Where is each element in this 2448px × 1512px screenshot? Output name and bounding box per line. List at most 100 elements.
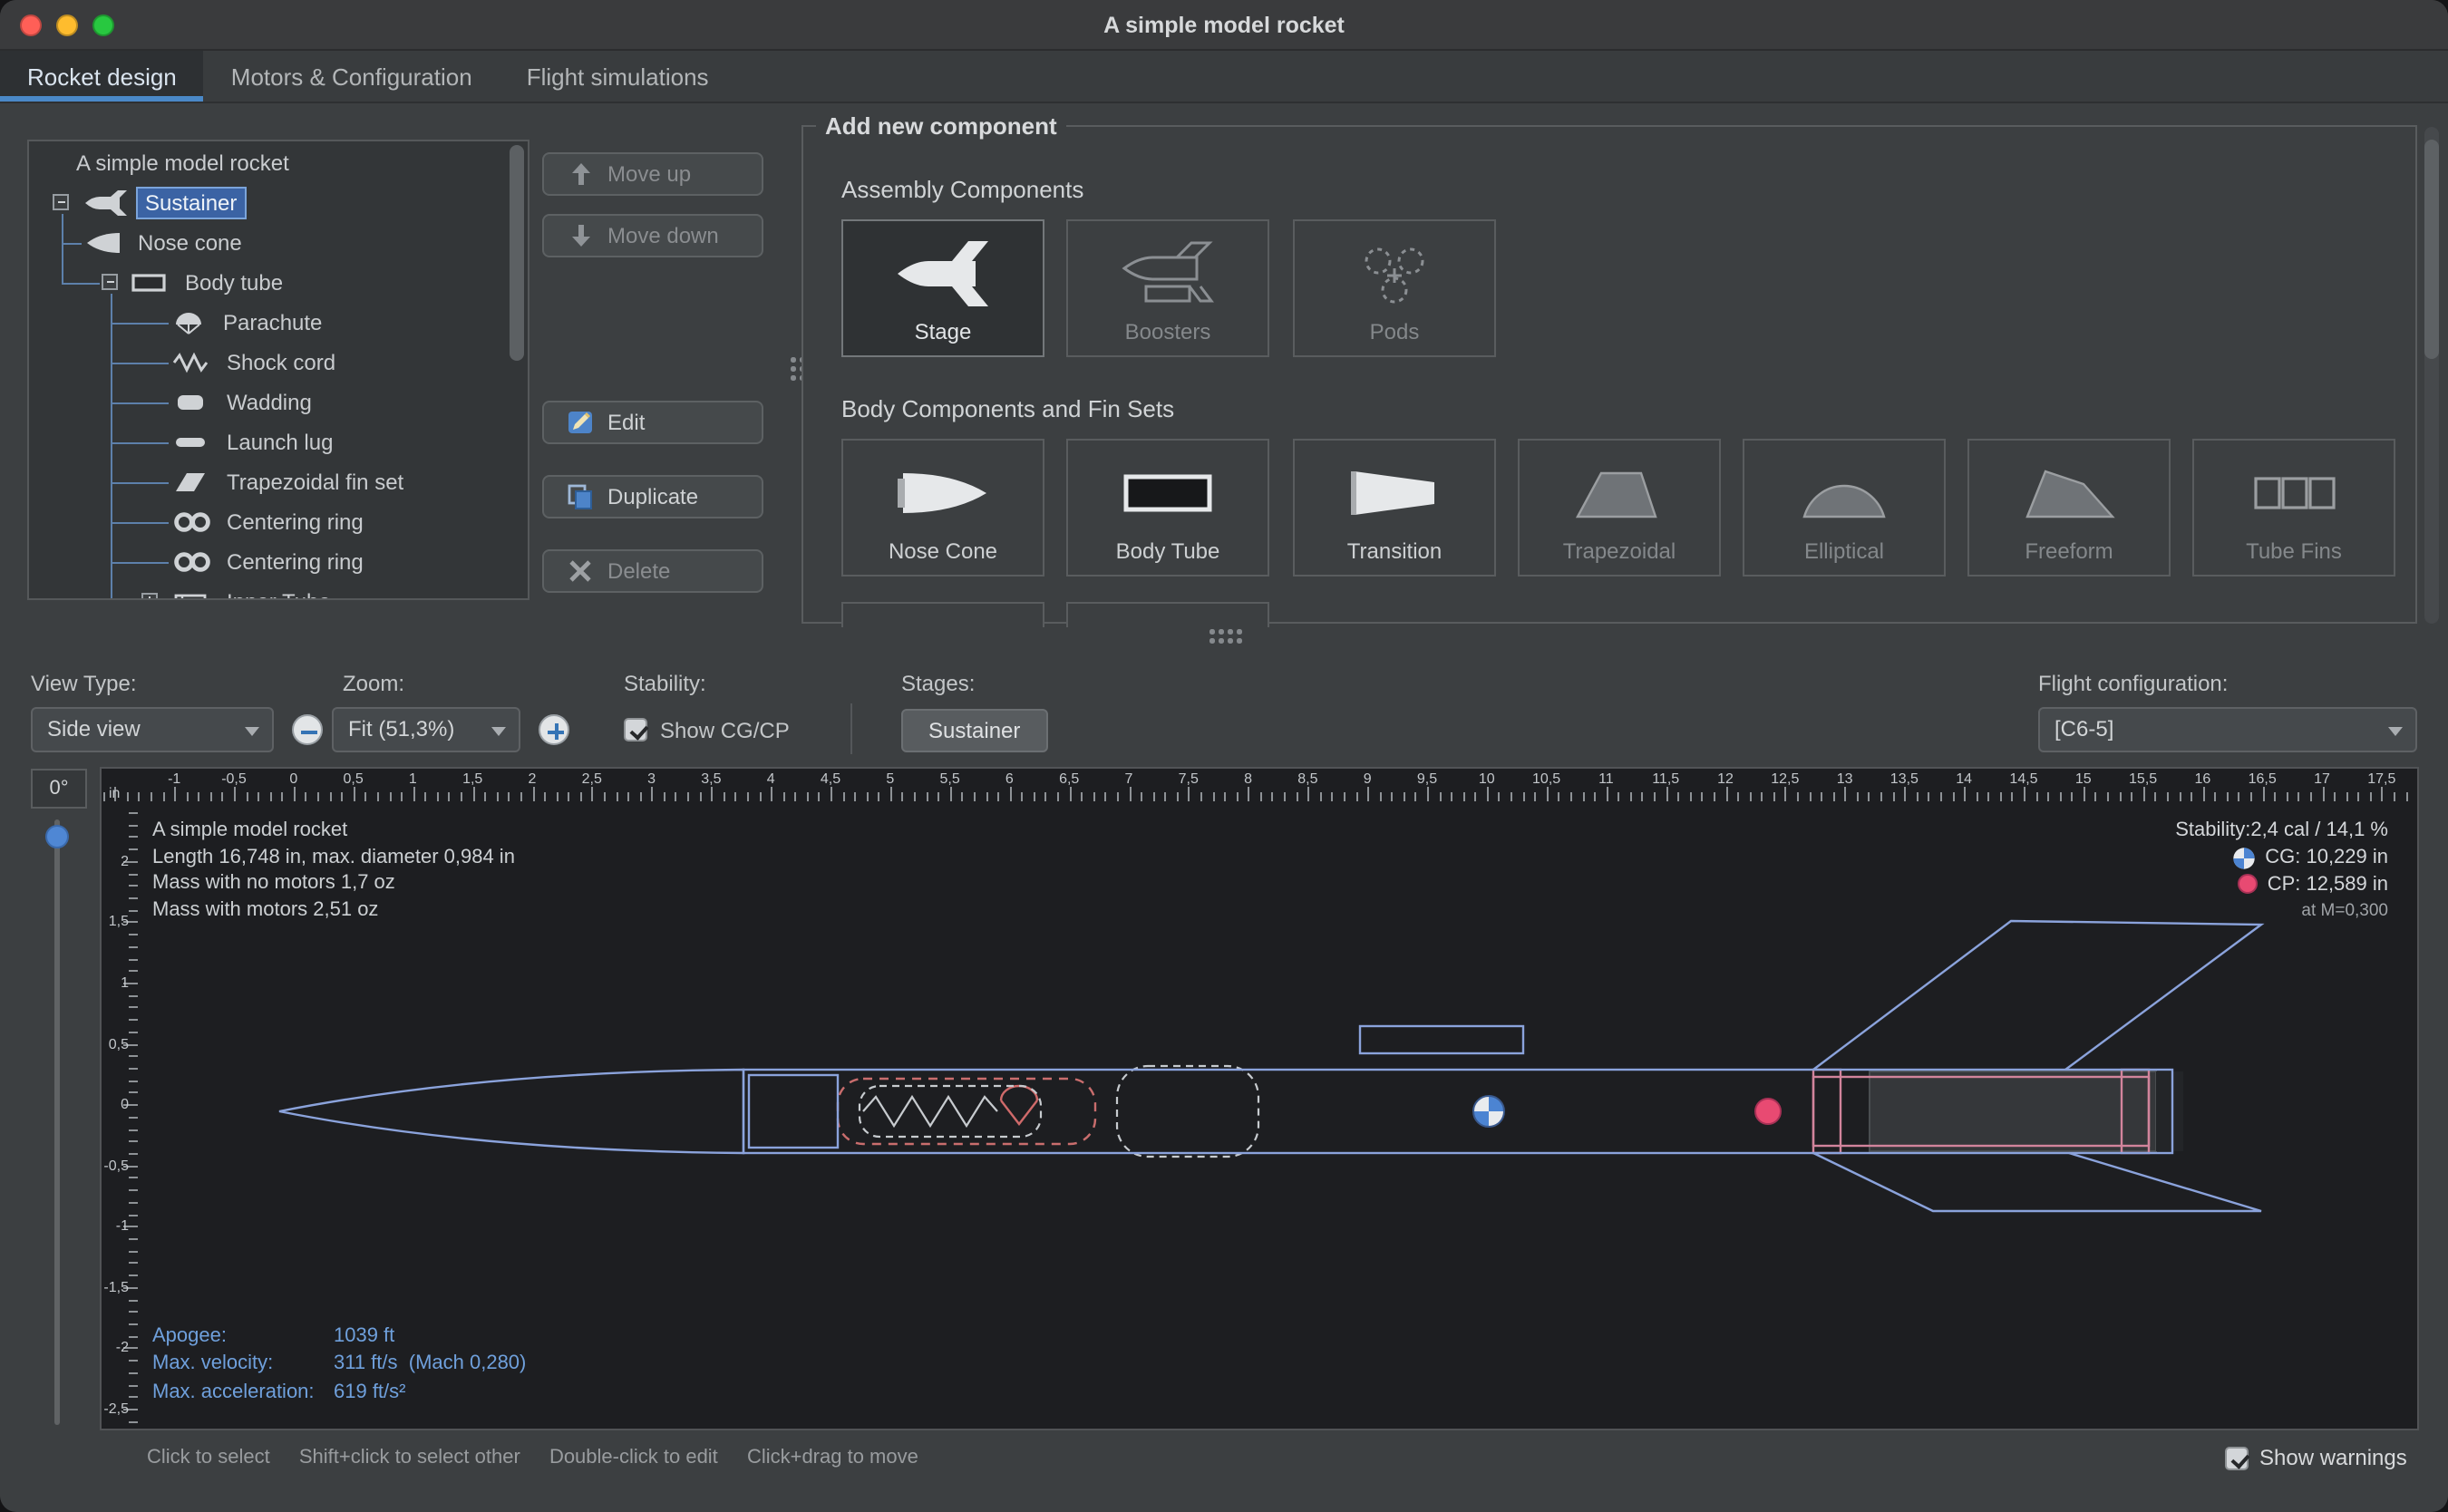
rotation-angle-indicator: 0° <box>31 769 87 809</box>
hint-click-drag: Click+drag to move <box>747 1447 918 1468</box>
tree-scrollbar[interactable] <box>510 145 524 361</box>
tree-item-body-tube[interactable]: Body tube <box>29 263 500 303</box>
zoom-select[interactable]: Fit (51,3%) <box>332 707 520 752</box>
title-bar: A simple model rocket <box>0 0 2448 51</box>
show-cgcp-checkbox[interactable] <box>624 718 647 741</box>
stages-label: Stages: <box>901 671 975 696</box>
move-down-button[interactable]: Move down <box>542 214 763 257</box>
show-warnings-label: Show warnings <box>2259 1445 2407 1470</box>
add-pods-tile[interactable]: Pods <box>1293 219 1496 357</box>
collapse-expander-icon[interactable] <box>53 194 69 210</box>
show-warnings-control: Show warnings <box>2225 1445 2407 1470</box>
toolbar-separator <box>850 703 852 754</box>
rotation-slider-thumb[interactable] <box>45 825 69 848</box>
body-components-heading: Body Components and Fin Sets <box>841 395 1174 422</box>
tree-item-parachute[interactable]: Parachute <box>29 303 500 343</box>
rocket-design-canvas[interactable]: -1-0,500,511,522,533,544,555,566,577,588… <box>100 767 2419 1430</box>
add-component-tile-partial[interactable] <box>841 602 1044 627</box>
add-boosters-tile[interactable]: Boosters <box>1066 219 1269 357</box>
add-stage-tile[interactable]: Stage <box>841 219 1044 357</box>
rotation-slider-track[interactable] <box>54 819 60 1425</box>
stage-toggle-sustainer[interactable]: Sustainer <box>901 709 1047 752</box>
parachute-outline <box>838 1079 1095 1144</box>
add-body-tube-tile[interactable]: Body Tube <box>1066 439 1269 577</box>
stability-info: Stability:2,4 cal / 14,1 % CG: 10,229 in… <box>2175 818 2388 925</box>
zoom-in-button[interactable] <box>539 714 569 745</box>
zoom-value: Fit (51,3%) <box>348 716 454 741</box>
pods-icon <box>1295 234 1494 314</box>
tree-item-label: Sustainer <box>136 187 246 219</box>
tree-item-label: Parachute <box>216 308 329 337</box>
cg-marker <box>1473 1096 1504 1127</box>
tree-item-nose-cone[interactable]: Nose cone <box>29 223 500 263</box>
tab-flight-simulations[interactable]: Flight simulations <box>500 51 736 102</box>
screen: A simple model rocket Rocket design Moto… <box>0 0 2448 1512</box>
move-up-button[interactable]: Move up <box>542 152 763 196</box>
pods-tile-label: Pods <box>1295 319 1494 344</box>
wadding-icon <box>172 390 209 415</box>
tree-item-centering-ring-2[interactable]: Centering ring <box>29 542 500 582</box>
add-trapezoidal-fin-tile[interactable]: Trapezoidal <box>1518 439 1721 577</box>
transition-tile-icon <box>1295 453 1494 533</box>
tree-item-rocket-root[interactable]: A simple model rocket <box>29 143 500 183</box>
add-elliptical-fin-tile[interactable]: Elliptical <box>1743 439 1946 577</box>
stability-label: Stability: <box>624 671 706 696</box>
tube-fins-tile-label: Tube Fins <box>2194 538 2394 564</box>
zoom-out-button[interactable] <box>292 714 323 745</box>
arrow-up-icon <box>568 161 593 187</box>
tree-item-label: Body tube <box>178 268 290 297</box>
chevron-down-icon <box>245 727 259 736</box>
tree-item-shock-cord[interactable]: Shock cord <box>29 343 500 383</box>
horizontal-ruler: -1-0,500,511,522,533,544,555,566,577,588… <box>102 769 2417 801</box>
launch-lug-icon <box>172 430 209 455</box>
apogee-row: Apogee:1039 ft <box>152 1323 526 1352</box>
tree-item-trapezoidal-fin-set[interactable]: Trapezoidal fin set <box>29 462 500 502</box>
acceleration-row: Max. acceleration:619 ft/s² <box>152 1380 526 1408</box>
collapse-expander-icon[interactable] <box>102 274 118 290</box>
transition-tile-label: Transition <box>1295 538 1494 564</box>
horizontal-splitter-grip[interactable] <box>1209 629 1246 644</box>
tree-item-inner-tube[interactable]: Inner Tube <box>29 582 500 600</box>
tree-item-label: Launch lug <box>219 428 340 457</box>
add-component-tile-partial[interactable] <box>1066 602 1269 627</box>
add-panel-scrollbar-thumb[interactable] <box>2424 140 2439 359</box>
tree-item-launch-lug[interactable]: Launch lug <box>29 422 500 462</box>
tree-item-centering-ring-1[interactable]: Centering ring <box>29 502 500 542</box>
stability-value: Stability:2,4 cal / 14,1 % <box>2175 818 2388 844</box>
view-type-select[interactable]: Side view <box>31 707 274 752</box>
tree-item-sustainer[interactable]: Sustainer <box>29 183 500 223</box>
flight-configuration-select[interactable]: [C6-5] <box>2038 707 2417 752</box>
tree-item-label: Inner Tube <box>219 587 338 600</box>
tree-item-label: Shock cord <box>219 348 343 377</box>
body-tube-tile-label: Body Tube <box>1068 538 1268 564</box>
tree-item-label: Wadding <box>219 388 319 417</box>
show-cgcp-label: Show CG/CP <box>660 718 790 743</box>
expand-expander-icon[interactable] <box>141 593 158 600</box>
figure-mass-no-motors: Mass with no motors 1,7 oz <box>152 871 515 897</box>
view-type-value: Side view <box>47 716 141 741</box>
tree-item-label: Centering ring <box>219 508 371 537</box>
add-freeform-fin-tile[interactable]: Freeform <box>1967 439 2171 577</box>
boosters-tile-label: Boosters <box>1068 319 1268 344</box>
shock-cord-icon <box>172 350 209 375</box>
parachute-symbol <box>1001 1086 1037 1124</box>
cg-icon <box>2232 846 2256 869</box>
fin-set-icon <box>172 470 209 495</box>
duplicate-button[interactable]: Duplicate <box>542 475 763 519</box>
trapezoidal-tile-label: Trapezoidal <box>1520 538 1719 564</box>
tree-item-label: Nose cone <box>131 228 249 257</box>
add-transition-tile[interactable]: Transition <box>1293 439 1496 577</box>
tree-item-wadding[interactable]: Wadding <box>29 383 500 422</box>
window-title: A simple model rocket <box>0 0 2448 51</box>
edit-button[interactable]: Edit <box>542 401 763 444</box>
add-tube-fins-tile[interactable]: Tube Fins <box>2192 439 2395 577</box>
show-warnings-checkbox[interactable] <box>2225 1446 2249 1469</box>
airframe-outline <box>279 921 2261 1211</box>
add-nose-cone-tile[interactable]: Nose Cone <box>841 439 1044 577</box>
tab-rocket-design[interactable]: Rocket design <box>0 51 204 102</box>
delete-button[interactable]: Delete <box>542 549 763 593</box>
trapezoidal-fin-icon <box>1520 453 1719 533</box>
tab-motors-configuration[interactable]: Motors & Configuration <box>204 51 500 102</box>
chevron-down-icon <box>2388 727 2403 736</box>
ruler-unit-label: in <box>109 785 120 801</box>
